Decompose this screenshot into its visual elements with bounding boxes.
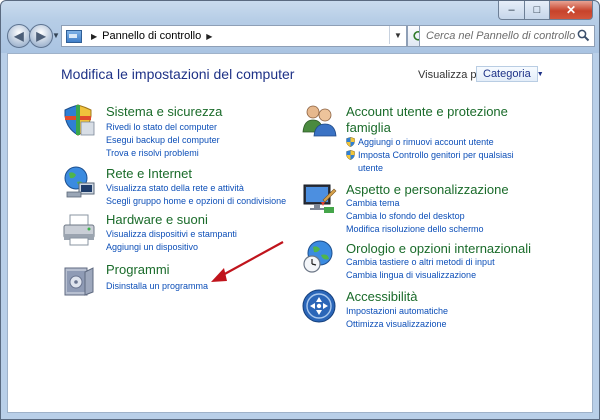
forward-button[interactable]: ▶: [29, 24, 53, 48]
arrow-right-icon: ▶: [36, 29, 46, 43]
address-bar[interactable]: ▶ Pannello di controllo ▶ ▼: [61, 25, 407, 47]
maximize-button[interactable]: □: [525, 1, 550, 20]
annotation-arrow: [211, 241, 284, 282]
breadcrumb-control-panel[interactable]: Pannello di controllo: [102, 30, 201, 42]
arrow-left-icon: ◀: [14, 29, 24, 43]
control-panel-window: – □ ✕ ◀ ▶ ▼ ▶ Pannello di controllo ▶ ▼: [0, 0, 600, 420]
chevron-right-icon[interactable]: ▶: [206, 32, 212, 41]
close-button[interactable]: ✕: [550, 1, 593, 20]
address-dropdown-button[interactable]: ▼: [389, 26, 406, 44]
search-input[interactable]: [420, 29, 578, 43]
control-panel-icon: [66, 29, 82, 43]
navigation-bar: ◀ ▶ ▼ ▶ Pannello di controllo ▶ ▼: [7, 23, 595, 49]
recent-pages-dropdown[interactable]: ▼: [52, 31, 60, 40]
search-box: [419, 25, 595, 47]
minimize-button[interactable]: –: [498, 1, 525, 20]
back-button[interactable]: ◀: [7, 24, 31, 48]
caption-buttons: – □ ✕: [498, 1, 593, 20]
chevron-right-icon[interactable]: ▶: [91, 32, 97, 41]
content-area: Modifica le impostazioni del computer Vi…: [7, 53, 593, 413]
search-icon[interactable]: [577, 29, 590, 42]
